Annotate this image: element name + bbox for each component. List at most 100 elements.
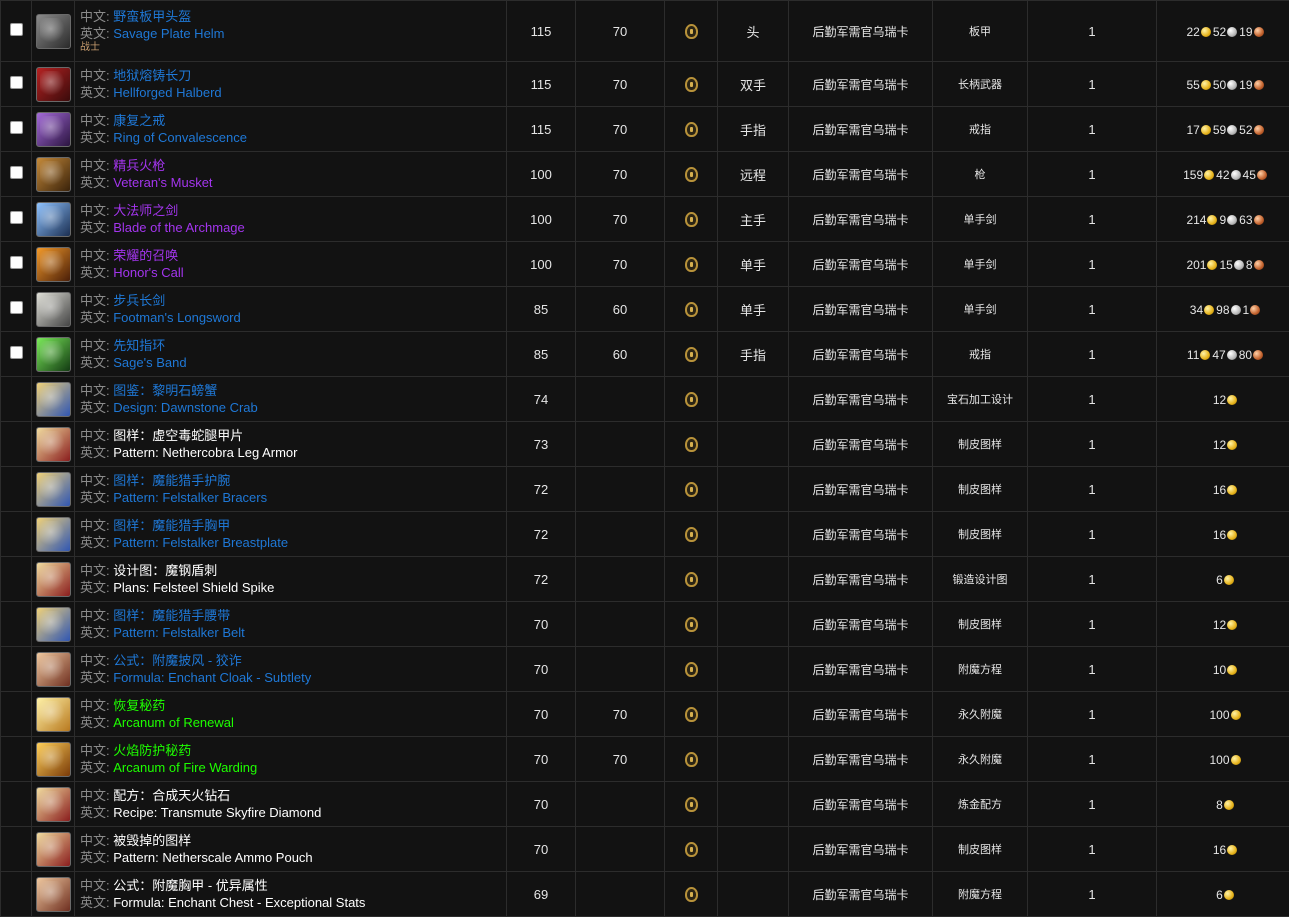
row-checkbox[interactable]	[10, 301, 23, 314]
item-name-cn[interactable]: 设计图：魔钢盾刺	[113, 563, 217, 578]
item-source[interactable]: 后勤军需官乌瑞卡	[789, 197, 933, 242]
item-name-en[interactable]: Pattern: Netherscale Ammo Pouch	[113, 850, 312, 865]
item-name-cn[interactable]: 图样：魔能猎手胸甲	[113, 518, 230, 533]
table-row[interactable]: 中文: 康复之戒英文: Ring of Convalescence11570手指…	[1, 107, 1289, 152]
item-name-cn[interactable]: 荣耀的召唤	[113, 248, 178, 263]
arcanum-icon[interactable]	[36, 697, 71, 732]
scroll-icon[interactable]	[36, 382, 71, 417]
item-name-cn[interactable]: 配方：合成天火钻石	[113, 788, 230, 803]
item-name-en[interactable]: Pattern: Felstalker Bracers	[113, 490, 267, 505]
table-row[interactable]: 中文: 公式：附魔胸甲 - 优异属性英文: Formula: Enchant C…	[1, 872, 1289, 917]
item-name-en[interactable]: Sage's Band	[113, 355, 186, 370]
formula-icon[interactable]	[36, 652, 71, 687]
plate-helm-icon[interactable]	[36, 14, 71, 49]
item-name-cn[interactable]: 被毁掉的图样	[113, 833, 191, 848]
sword-icon[interactable]	[36, 247, 71, 282]
table-row[interactable]: 中文: 公式：附魔披风 - 狡诈英文: Formula: Enchant Clo…	[1, 647, 1289, 692]
scroll-icon[interactable]	[36, 832, 71, 867]
ring-icon[interactable]	[36, 337, 71, 372]
scroll-icon[interactable]	[36, 427, 71, 462]
item-name-cn[interactable]: 图鉴：黎明石螃蟹	[113, 383, 217, 398]
item-name-en[interactable]: Pattern: Felstalker Breastplate	[113, 535, 288, 550]
item-name-en[interactable]: Arcanum of Renewal	[113, 715, 234, 730]
table-row[interactable]: 中文: 火焰防护秘药英文: Arcanum of Fire Warding707…	[1, 737, 1289, 782]
table-row[interactable]: 中文: 图样：魔能猎手护腕英文: Pattern: Felstalker Bra…	[1, 467, 1289, 512]
table-row[interactable]: 中文: 精兵火枪英文: Veteran's Musket10070远程后勤军需官…	[1, 152, 1289, 197]
item-name-cn[interactable]: 地狱熔铸长刀	[113, 68, 191, 83]
item-name-cn[interactable]: 图样：魔能猎手护腕	[113, 473, 230, 488]
scroll-icon[interactable]	[36, 517, 71, 552]
item-name-cn[interactable]: 先知指环	[113, 338, 165, 353]
item-source[interactable]: 后勤军需官乌瑞卡	[789, 782, 933, 827]
item-name-cn[interactable]: 野蛮板甲头盔	[113, 9, 191, 24]
item-name-cn[interactable]: 公式：附魔胸甲 - 优异属性	[113, 878, 268, 893]
scroll-icon[interactable]	[36, 562, 71, 597]
table-row[interactable]: 中文: 图样：魔能猎手胸甲英文: Pattern: Felstalker Bre…	[1, 512, 1289, 557]
table-row[interactable]: 中文: 设计图：魔钢盾刺英文: Plans: Felsteel Shield S…	[1, 557, 1289, 602]
scroll-icon[interactable]	[36, 787, 71, 822]
item-name-en[interactable]: Pattern: Felstalker Belt	[113, 625, 245, 640]
item-source[interactable]: 后勤军需官乌瑞卡	[789, 422, 933, 467]
table-row[interactable]: 中文: 大法师之剑英文: Blade of the Archmage10070主…	[1, 197, 1289, 242]
arcanum-icon[interactable]	[36, 742, 71, 777]
item-name-en[interactable]: Pattern: Nethercobra Leg Armor	[113, 445, 297, 460]
row-checkbox[interactable]	[10, 166, 23, 179]
row-checkbox[interactable]	[10, 121, 23, 134]
item-name-cn[interactable]: 精兵火枪	[113, 158, 165, 173]
item-name-en[interactable]: Formula: Enchant Cloak - Subtlety	[113, 670, 311, 685]
scroll-icon[interactable]	[36, 607, 71, 642]
item-name-cn[interactable]: 恢复秘药	[113, 698, 165, 713]
item-name-en[interactable]: Veteran's Musket	[113, 175, 212, 190]
item-source[interactable]: 后勤军需官乌瑞卡	[789, 242, 933, 287]
item-name-en[interactable]: Recipe: Transmute Skyfire Diamond	[113, 805, 321, 820]
item-source[interactable]: 后勤军需官乌瑞卡	[789, 557, 933, 602]
item-name-cn[interactable]: 公式：附魔披风 - 狡诈	[113, 653, 242, 668]
item-name-en[interactable]: Plans: Felsteel Shield Spike	[113, 580, 274, 595]
item-source[interactable]: 后勤军需官乌瑞卡	[789, 602, 933, 647]
item-name-cn[interactable]: 康复之戒	[113, 113, 165, 128]
ring-icon[interactable]	[36, 112, 71, 147]
item-name-cn[interactable]: 图样：虚空毒蛇腿甲片	[113, 428, 243, 443]
table-row[interactable]: 中文: 图样：虚空毒蛇腿甲片英文: Pattern: Nethercobra L…	[1, 422, 1289, 467]
formula-icon[interactable]	[36, 877, 71, 912]
row-checkbox[interactable]	[10, 346, 23, 359]
row-checkbox[interactable]	[10, 23, 23, 36]
item-name-en[interactable]: Blade of the Archmage	[113, 220, 245, 235]
sword-icon[interactable]	[36, 202, 71, 237]
item-name-en[interactable]: Hellforged Halberd	[113, 85, 221, 100]
item-name-en[interactable]: Ring of Convalescence	[113, 130, 247, 145]
item-name-cn[interactable]: 步兵长剑	[113, 293, 165, 308]
table-row[interactable]: 中文: 图样：魔能猎手腰带英文: Pattern: Felstalker Bel…	[1, 602, 1289, 647]
row-checkbox[interactable]	[10, 256, 23, 269]
item-source[interactable]: 后勤军需官乌瑞卡	[789, 107, 933, 152]
item-name-en[interactable]: Arcanum of Fire Warding	[113, 760, 257, 775]
item-name-cn[interactable]: 大法师之剑	[113, 203, 178, 218]
table-row[interactable]: 中文: 野蛮板甲头盔英文: Savage Plate Helm战士11570头后…	[1, 1, 1289, 62]
item-name-cn[interactable]: 火焰防护秘药	[113, 743, 191, 758]
item-name-cn[interactable]: 图样：魔能猎手腰带	[113, 608, 230, 623]
item-source[interactable]: 后勤军需官乌瑞卡	[789, 647, 933, 692]
musket-icon[interactable]	[36, 157, 71, 192]
row-checkbox[interactable]	[10, 76, 23, 89]
item-source[interactable]: 后勤军需官乌瑞卡	[789, 152, 933, 197]
table-row[interactable]: 中文: 被毁掉的图样英文: Pattern: Netherscale Ammo …	[1, 827, 1289, 872]
item-source[interactable]: 后勤军需官乌瑞卡	[789, 287, 933, 332]
item-source[interactable]: 后勤军需官乌瑞卡	[789, 512, 933, 557]
item-name-en[interactable]: Savage Plate Helm	[113, 26, 224, 41]
table-row[interactable]: 中文: 地狱熔铸长刀英文: Hellforged Halberd11570双手后…	[1, 62, 1289, 107]
table-row[interactable]: 中文: 步兵长剑英文: Footman's Longsword8560单手后勤军…	[1, 287, 1289, 332]
item-source[interactable]: 后勤军需官乌瑞卡	[789, 467, 933, 512]
item-source[interactable]: 后勤军需官乌瑞卡	[789, 377, 933, 422]
longsword-icon[interactable]	[36, 292, 71, 327]
item-source[interactable]: 后勤军需官乌瑞卡	[789, 692, 933, 737]
scroll-icon[interactable]	[36, 472, 71, 507]
item-source[interactable]: 后勤军需官乌瑞卡	[789, 332, 933, 377]
table-row[interactable]: 中文: 先知指环英文: Sage's Band8560手指后勤军需官乌瑞卡戒指1…	[1, 332, 1289, 377]
table-row[interactable]: 中文: 恢复秘药英文: Arcanum of Renewal7070后勤军需官乌…	[1, 692, 1289, 737]
item-source[interactable]: 后勤军需官乌瑞卡	[789, 872, 933, 917]
halberd-icon[interactable]	[36, 67, 71, 102]
item-source[interactable]: 后勤军需官乌瑞卡	[789, 62, 933, 107]
item-source[interactable]: 后勤军需官乌瑞卡	[789, 1, 933, 62]
item-source[interactable]: 后勤军需官乌瑞卡	[789, 827, 933, 872]
row-checkbox[interactable]	[10, 211, 23, 224]
